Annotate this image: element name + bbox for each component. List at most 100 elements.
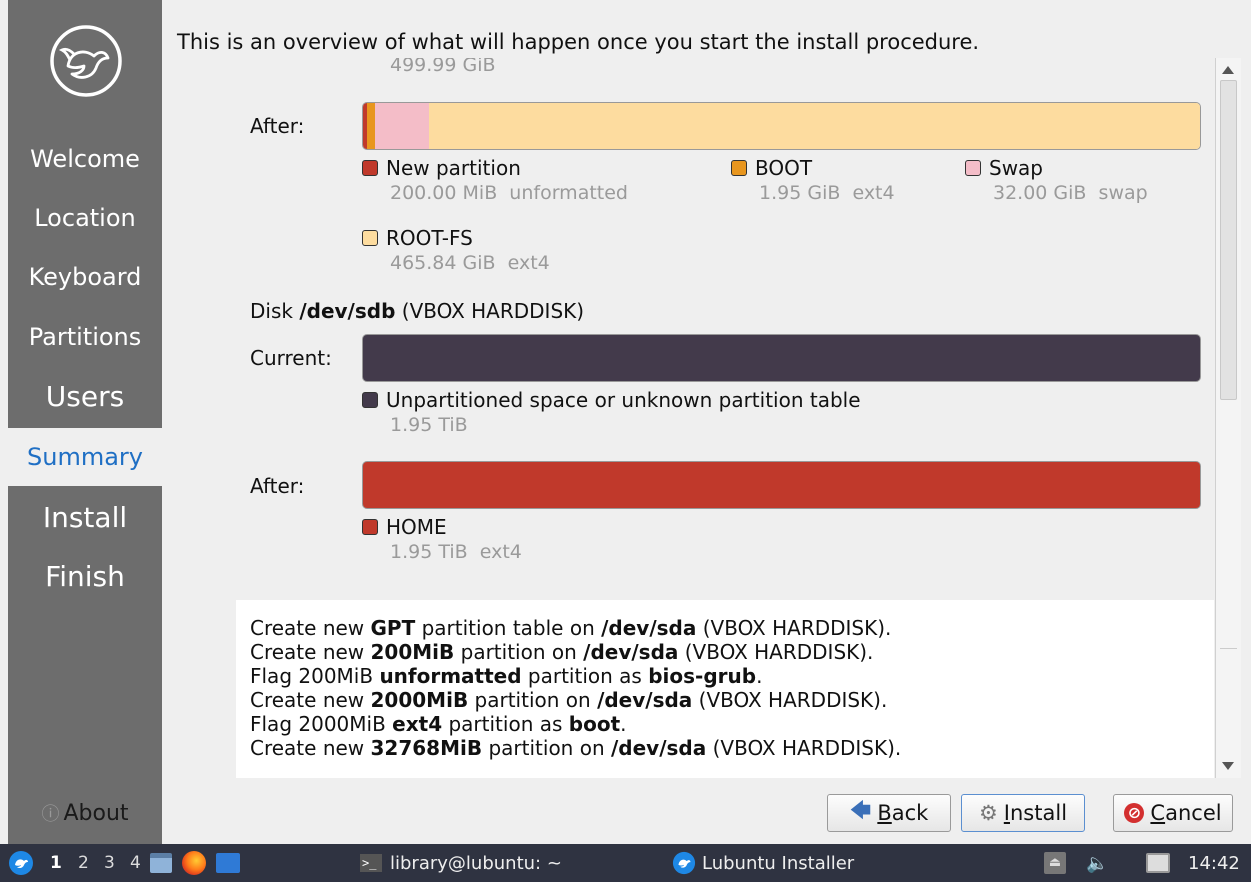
file-manager-icon (150, 853, 172, 873)
legend-name: BOOT (755, 156, 813, 180)
about-label: About (63, 801, 129, 826)
step-users: Users (45, 380, 125, 413)
swatch-boot (731, 160, 747, 176)
operations-list: Create new GPT partition table on /dev/s… (236, 600, 1214, 778)
legend-detail: 32.00 GiB swap (993, 182, 1148, 204)
legend-new-partition: New partition 200.00 MiB unformatted (362, 156, 628, 204)
network-button[interactable] (1146, 844, 1170, 882)
scrollbar-thumb[interactable] (1220, 80, 1237, 400)
step-welcome: Welcome (30, 145, 140, 173)
workspace-3[interactable]: 3 (104, 844, 115, 882)
operation-text: Create new (250, 616, 371, 640)
operation-emphasis: /dev/sda (597, 688, 693, 712)
disk-name: /dev/sdb (299, 299, 396, 323)
sda-after-partition-bar (362, 102, 1201, 150)
operation-text: partition on (454, 640, 584, 664)
terminal-icon: >_ (360, 854, 382, 872)
operation-item: Create new GPT partition table on /dev/s… (250, 616, 1200, 640)
partition-segment-root-fs (428, 103, 1200, 149)
info-icon: ⓘ (41, 804, 60, 825)
operation-emphasis: /dev/sda (610, 736, 707, 760)
operation-emphasis: /dev/sda (583, 640, 679, 664)
operation-text: Flag 2000MiB (250, 712, 393, 736)
back-button[interactable]: 🡄 Back (827, 794, 951, 832)
legend-detail: 200.00 MiB unformatted (390, 182, 628, 204)
operation-item: Create new 200MiB partition on /dev/sda … (250, 640, 1200, 664)
summary-scroll-area[interactable]: 499.99 GiB After: New partition 200.00 M… (236, 58, 1214, 598)
workspace-4[interactable]: 4 (130, 844, 141, 882)
operation-text: partition as (442, 712, 569, 736)
operation-item: Flag 2000MiB ext4 partition as boot. (250, 712, 1200, 736)
legend-detail: 1.95 GiB ext4 (759, 182, 895, 204)
taskbar-installer-window[interactable]: Lubuntu Installer (672, 844, 854, 882)
sdb-after-label: After: (250, 474, 305, 498)
eject-button[interactable]: ⏏ (1044, 844, 1066, 882)
legend-root-fs: ROOT-FS 465.84 GiB ext4 (362, 226, 550, 274)
scroll-up-arrow-icon[interactable] (1222, 66, 1234, 74)
operation-text: (VBOX HARDDISK). (706, 736, 902, 760)
lubuntu-logo-icon (50, 25, 122, 97)
show-desktop-icon (216, 853, 240, 873)
taskbar: 1 2 3 4 >_ library@lubuntu: ~ Lubuntu In… (0, 844, 1251, 882)
volume-icon: 🔈 (1086, 852, 1109, 874)
swatch-home (362, 519, 378, 535)
sda-after-label: After: (250, 114, 305, 138)
install-button[interactable]: ⚙ Install (961, 794, 1085, 832)
scroll-down-arrow-icon[interactable] (1222, 762, 1234, 770)
volume-button[interactable]: 🔈 (1086, 844, 1108, 882)
lubuntu-menu-icon (9, 851, 33, 875)
install-label: Install (1003, 801, 1068, 825)
disk-model: (VBOX HARDDISK) (401, 299, 585, 323)
sdb-current-label: Current: (250, 346, 332, 370)
operation-text: Flag 200MiB (250, 664, 380, 688)
scrollbar-divider (1220, 648, 1237, 649)
vertical-scrollbar[interactable] (1215, 58, 1241, 778)
firefox-launcher[interactable] (182, 844, 206, 882)
start-menu-button[interactable] (8, 844, 34, 882)
cancel-label: Cancel (1150, 801, 1222, 825)
desktop-launcher[interactable] (216, 844, 240, 882)
step-install: Install (42, 501, 128, 534)
operation-text: Create new (250, 736, 371, 760)
operation-emphasis: boot (568, 712, 621, 736)
legend-home: HOME 1.95 TiB ext4 (362, 515, 522, 563)
legend-name: Swap (989, 156, 1044, 180)
about-link[interactable]: ⓘ About (8, 800, 162, 826)
file-manager-launcher[interactable] (150, 844, 172, 882)
operation-emphasis: 200MiB (370, 640, 455, 664)
operation-text: Create new (250, 688, 371, 712)
operation-emphasis: unformatted (379, 664, 522, 688)
legend-detail: 465.84 GiB ext4 (390, 252, 550, 274)
legend-swap: Swap 32.00 GiB swap (965, 156, 1148, 204)
legend-detail: 1.95 TiB ext4 (390, 541, 522, 563)
legend-unpartitioned: Unpartitioned space or unknown partition… (362, 388, 861, 436)
swatch-root-fs (362, 230, 378, 246)
cancel-button[interactable]: ⊘ Cancel (1113, 794, 1233, 832)
workspace-2[interactable]: 2 (78, 844, 89, 882)
operation-emphasis: bios-grub (648, 664, 757, 688)
operation-text: (VBOX HARDDISK). (678, 640, 874, 664)
clock[interactable]: 14:42 (1188, 844, 1240, 882)
operation-text: partition as (521, 664, 649, 688)
sdb-after-partition-bar (362, 461, 1201, 509)
install-gear-icon: ⚙ (978, 801, 998, 825)
step-finish: Finish (45, 560, 125, 593)
taskbar-terminal-window[interactable]: >_ library@lubuntu: ~ (360, 844, 562, 882)
step-location: Location (34, 204, 136, 232)
step-keyboard: Keyboard (28, 263, 142, 291)
swatch-new-partition (362, 160, 378, 176)
legend-name: ROOT-FS (386, 226, 473, 250)
legend-detail: 1.95 TiB (390, 414, 468, 436)
step-partitions: Partitions (28, 323, 142, 351)
back-arrow-icon: 🡄 (849, 797, 872, 822)
operation-text: . (620, 712, 627, 736)
network-icon (1146, 853, 1170, 873)
terminal-window-title: library@lubuntu: ~ (390, 852, 562, 874)
legend-name: Unpartitioned space or unknown partition… (386, 388, 861, 412)
legend-name: HOME (386, 515, 447, 539)
operation-item: Create new 2000MiB partition on /dev/sda… (250, 688, 1200, 712)
eject-icon: ⏏ (1044, 852, 1066, 874)
legend-name: New partition (386, 156, 521, 180)
workspace-1[interactable]: 1 (50, 844, 62, 882)
clipped-size-text: 499.99 GiB (390, 58, 496, 76)
